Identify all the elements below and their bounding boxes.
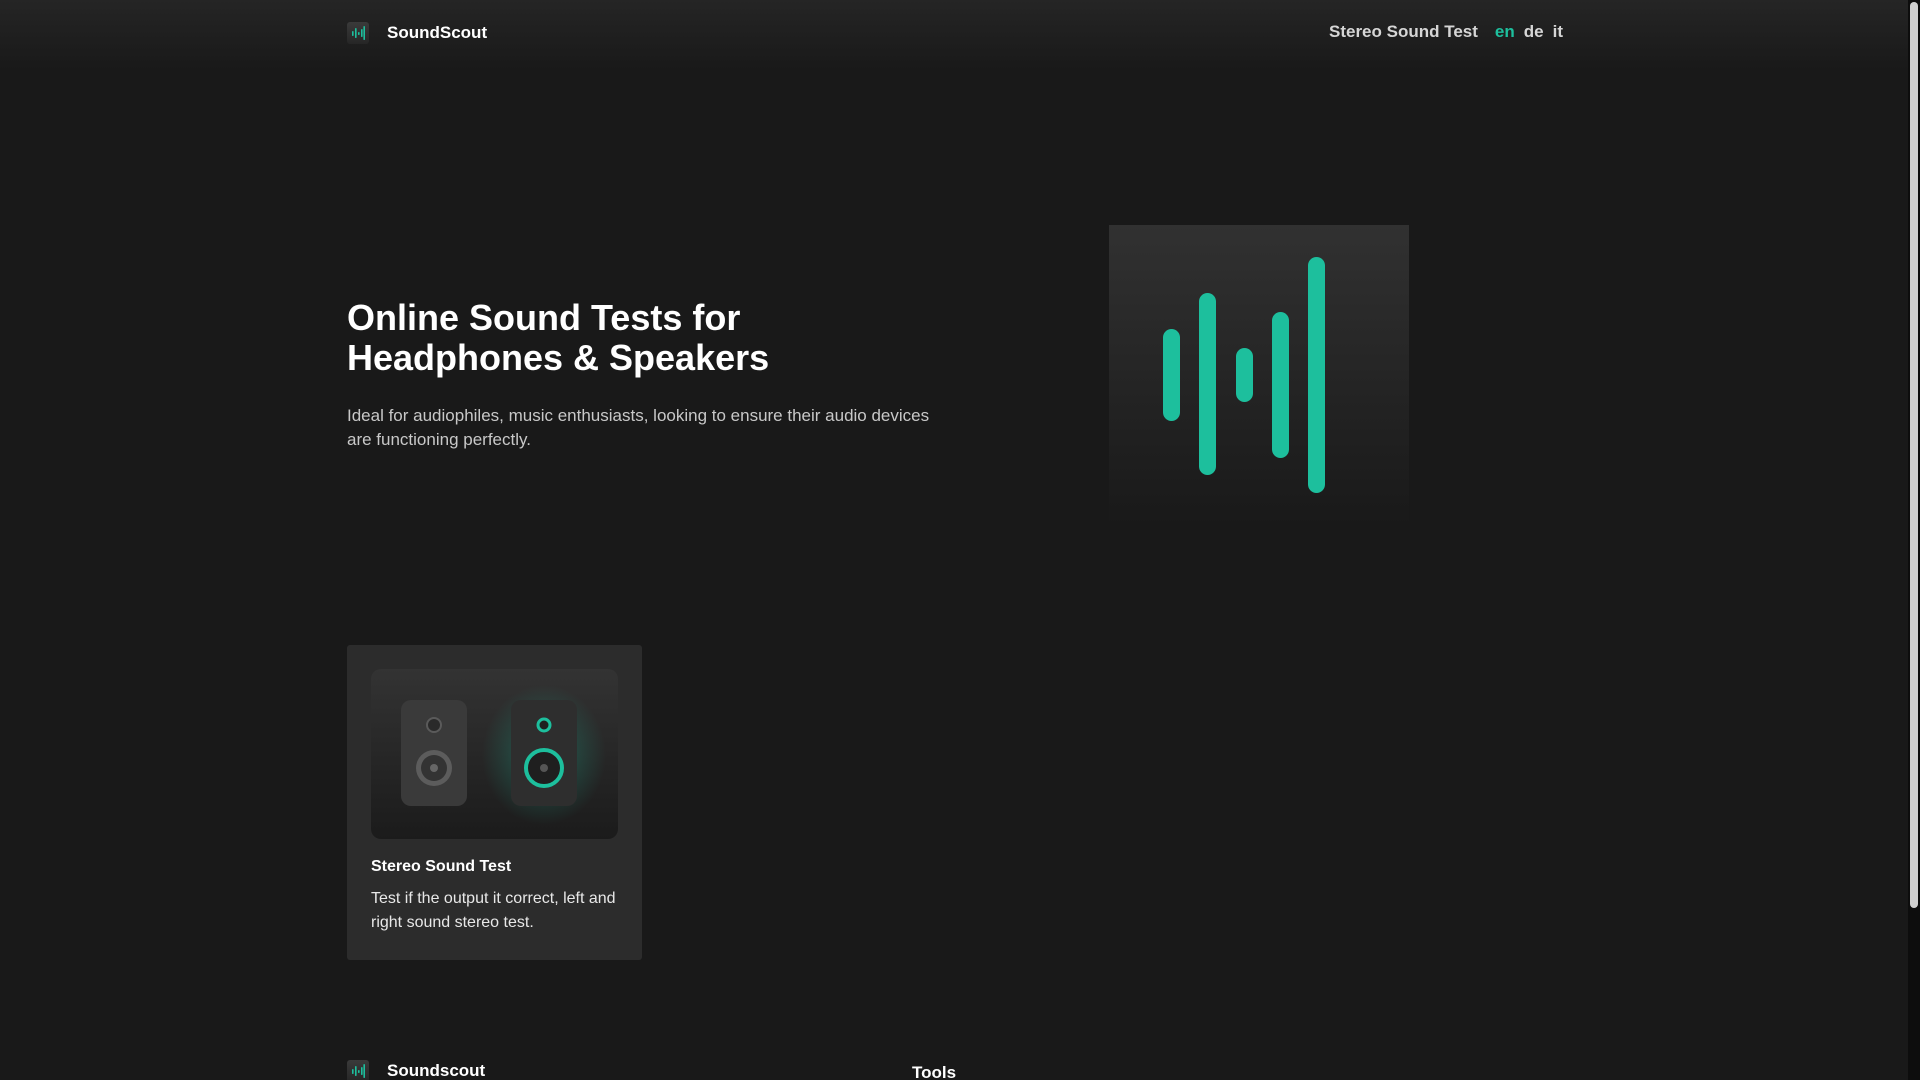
language-en[interactable]: en <box>1495 22 1515 42</box>
main-nav: Stereo Sound Test en de it <box>1329 22 1563 42</box>
tool-card-stereo-sound-test[interactable]: Stereo Sound Test Test if the output it … <box>347 645 642 960</box>
card-title: Stereo Sound Test <box>371 858 512 875</box>
brand-home-link[interactable]: SoundScout <box>347 20 487 46</box>
hero-subtitle: Ideal for audiophiles, music enthusiasts… <box>347 406 930 449</box>
waveform-icon <box>1163 257 1325 493</box>
card-description: Test if the output it correct, left and … <box>371 890 616 931</box>
footer-brand-name: Soundscout <box>387 1061 486 1080</box>
footer-brand[interactable]: Soundscout <box>347 1060 485 1080</box>
nav-link-stereo-sound-test[interactable]: Stereo Sound Test <box>1329 22 1478 42</box>
footer-tools-heading: Tools <box>912 1063 957 1080</box>
card-illustration <box>371 669 618 839</box>
page: SoundScout Stereo Sound Test en de it On… <box>0 0 1908 1080</box>
brand-name: SoundScout <box>387 23 488 42</box>
top-bar: SoundScout Stereo Sound Test en de it <box>0 0 1908 70</box>
language-de[interactable]: de <box>1524 22 1544 42</box>
stereo-speakers-icon <box>401 685 606 825</box>
hero-title: Online Sound Tests for Headphones & Spea… <box>347 297 770 378</box>
logo-icon <box>347 22 369 44</box>
hero-illustration <box>1109 225 1409 525</box>
footer-logo-icon <box>347 1060 369 1080</box>
scrollbar-thumb[interactable] <box>1910 2 1918 908</box>
language-it[interactable]: it <box>1553 22 1563 42</box>
